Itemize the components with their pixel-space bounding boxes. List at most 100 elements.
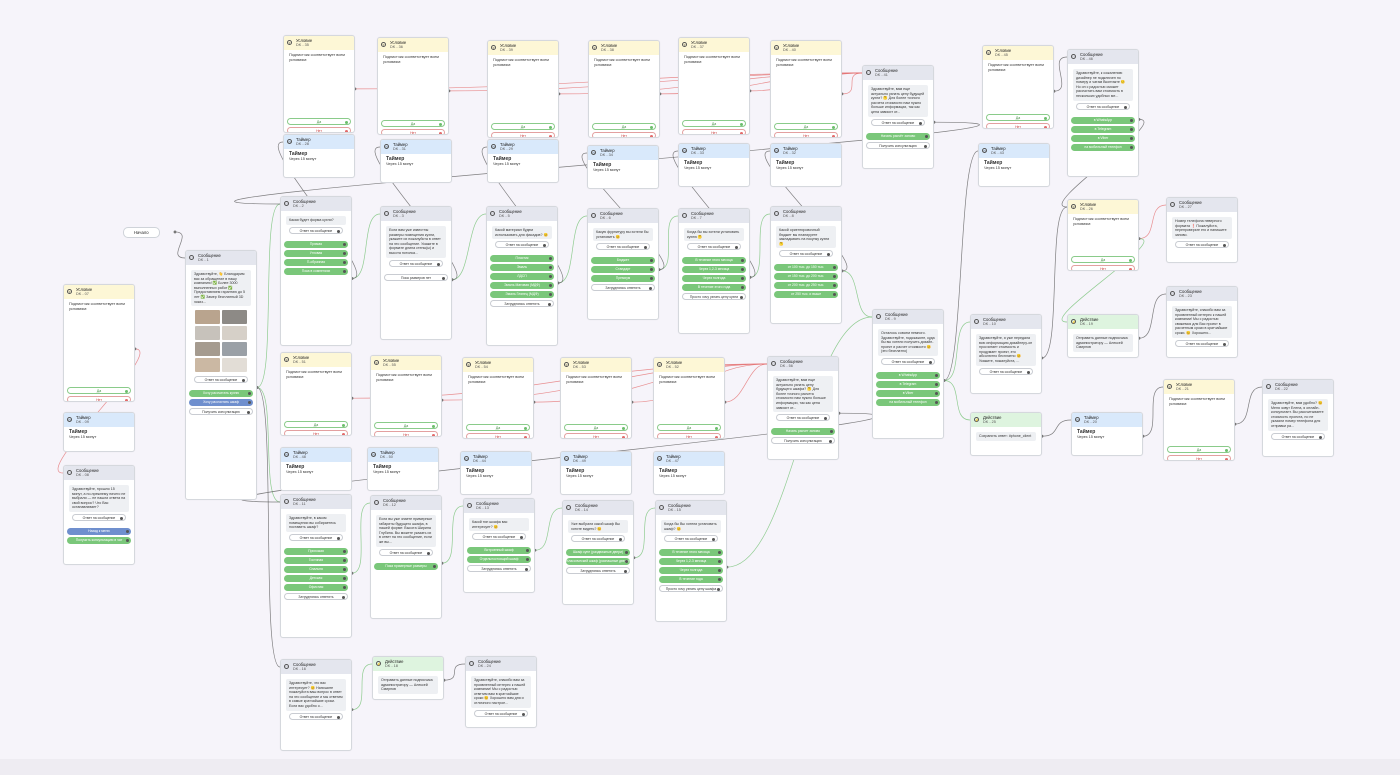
timer-09-node[interactable]: ◷ Таймер DK - 09 Таймер Через 15 минут — [63, 412, 135, 452]
msg-08-node[interactable]: ⬚ Сообщение DK - 08 Здравствуйте, прошло 15… — [63, 465, 135, 565]
option-button[interactable]: в WhatsApp — [1071, 116, 1135, 124]
yes-branch[interactable]: Да — [287, 117, 351, 125]
msg-01-node[interactable]: ⬚ Сообщение DK - 1 Здравствуйте, 👋 Благодар… — [185, 250, 257, 500]
option-button[interactable]: В течение этого месяца — [659, 549, 723, 557]
uslovie-07-node[interactable]: Y Условие DK - 07 Подпистчик соответствует … — [63, 284, 135, 402]
reply-button[interactable]: Ответ на сообщение — [687, 243, 741, 251]
option-button[interactable]: Хочу рассчитать кухню — [189, 390, 253, 398]
timer-28-node[interactable]: ◷ Таймер DK - 28 Таймер Через 15 минут — [283, 134, 355, 178]
option-button[interactable]: Получить консультацию в чат — [67, 536, 131, 544]
msg-23-node[interactable]: ⬚ Сообщение DK - 23 Здравствуйте, спасибо в… — [1166, 286, 1238, 358]
msg-13-node[interactable]: ⬚ Сообщение DK - 13 Какой тип шкафа вас инт… — [463, 498, 535, 593]
uslovie-35-node[interactable]: Y Условие DK - 35 Подпистчик соответствует … — [283, 35, 355, 133]
option-button[interactable]: Пластик — [490, 255, 554, 263]
reply-button[interactable]: Ответ на сообщение — [1175, 241, 1229, 249]
no-branch[interactable]: Нет — [284, 429, 348, 435]
no-branch[interactable]: Нет — [466, 432, 530, 438]
option-button[interactable]: Затрудняюсь ответить — [490, 300, 554, 308]
option-button[interactable]: Прямая — [284, 240, 348, 248]
reply-button[interactable]: Ответ на сообщение — [289, 712, 343, 720]
yes-branch[interactable]: Да — [774, 122, 838, 130]
option-button[interactable]: Отдельностоящий шкаф — [467, 556, 531, 564]
msg-15-node[interactable]: ⬚ Сообщение DK - 15 Когда бы Вы хотели уста… — [655, 500, 727, 622]
option-button[interactable]: Пока примерные размеры — [374, 562, 438, 570]
option-button[interactable]: Получить консультацию — [866, 141, 930, 149]
uslovie-54-node[interactable]: Y Условие DK - 54 Подпистчик соответствует … — [462, 357, 534, 439]
option-button[interactable]: Шкаф купе (раздвижные двери) — [566, 549, 630, 557]
timer-20-node[interactable]: ◷ Таймер DK - 20 Таймер Через 15 минут — [1071, 412, 1143, 456]
option-button[interactable]: от 150 тыс. до 200 тыс. — [774, 273, 838, 281]
option-button[interactable]: от 100 тыс. до 150 тыс. — [774, 264, 838, 272]
msg-09-node[interactable]: ⬚ Сообщение DK - 9 Осталось совсем немного.… — [872, 309, 944, 439]
option-button[interactable]: Эмаль Матовая (МДФ) — [490, 282, 554, 290]
option-button[interactable]: Угловая — [284, 249, 348, 257]
option-button[interactable]: Прихожая — [284, 547, 348, 555]
option-button[interactable]: Офисная — [284, 583, 348, 591]
msg-22-node[interactable]: ⬚ Сообщение DK - 22 Здравствуйте, вам удобн… — [1262, 379, 1334, 457]
option-button[interactable]: Затрудняюсь ответить — [284, 592, 348, 600]
uslovie-51-node[interactable]: Y Условие DK - 51 Подпистчик соответствует … — [280, 352, 352, 436]
no-branch[interactable]: Нет — [67, 395, 131, 401]
msg-11-node[interactable]: ⬚ Сообщение DK - 11 Здравствуйте, в каком п… — [280, 494, 352, 638]
reply-button[interactable]: Ответ на сообщение — [779, 250, 833, 258]
timer-44-node[interactable]: ◷ Таймер DK - 44 Таймер Через 15 минут — [460, 451, 532, 495]
yes-branch[interactable]: Да — [592, 122, 656, 130]
option-button[interactable]: Детская — [284, 574, 348, 582]
msg-02-node[interactable]: ⬚ Сообщение DK - 2 Какая будет форма кухни?… — [280, 196, 352, 346]
flow-canvas[interactable]: Начало Y Условие DK - 07 Подпистчик соответ… — [0, 0, 1400, 775]
option-button[interactable]: В течение этого месяца — [682, 257, 746, 265]
option-button[interactable]: Начать расчёт заново — [866, 132, 930, 140]
option-button[interactable]: Эмаль Глянец (МДФ) — [490, 291, 554, 299]
uslovie-38-node[interactable]: Y Условие DK - 38 Подпистчик соответствует … — [588, 40, 660, 138]
no-branch[interactable]: Нет — [657, 432, 721, 438]
action-19-node[interactable]: ⚡ Действие DK - 19 Отправить данные подписч… — [1067, 314, 1139, 358]
option-button[interactable]: Премиум — [591, 275, 655, 283]
reply-button[interactable]: Ответ на сообщение — [776, 414, 830, 422]
option-button[interactable]: Через 1,2-3 месяца — [659, 558, 723, 566]
timer-32-node[interactable]: ◷ Таймер DK - 32 Таймер Через 15 минут — [770, 143, 842, 187]
reply-button[interactable]: Ответ на сообщение — [389, 259, 443, 267]
uslovie-39-node[interactable]: Y Условие DK - 39 Подпистчик соответствует … — [487, 40, 559, 138]
no-branch[interactable]: Нет — [1167, 454, 1231, 460]
no-branch[interactable]: Нет — [592, 131, 656, 137]
uslovie-52-node[interactable]: Y Условие DK - 52 Подпистчик соответствует … — [653, 357, 725, 439]
yes-branch[interactable]: Да — [284, 420, 348, 428]
option-button[interactable]: Встроенный шкаф — [467, 547, 531, 555]
msg-08b-node[interactable]: ⬚ Сообщение DK - 8 Какой ориентировочный бю… — [770, 206, 842, 324]
yes-branch[interactable]: Да — [564, 423, 628, 431]
reply-button[interactable]: Ответ на сообщение — [881, 357, 935, 365]
reply-button[interactable]: Ответ на сообщение — [1175, 339, 1229, 347]
no-branch[interactable]: Нет — [374, 430, 438, 436]
uslovie-40-node[interactable]: Y Условие DK - 40 Подпистчик соответствует … — [770, 40, 842, 138]
option-button[interactable]: П-образная — [284, 258, 348, 266]
yes-branch[interactable]: Да — [986, 113, 1050, 121]
option-button[interactable]: Затрудняюсь ответить — [467, 565, 531, 573]
msg-27-node[interactable]: ⬚ Сообщение DK - 27 Номер телефона неверног… — [1166, 197, 1238, 263]
reply-button[interactable]: Ответ на сообщение — [1076, 102, 1130, 110]
option-button[interactable]: В течение года — [659, 576, 723, 584]
reply-button[interactable]: Ответ на сообщение — [571, 535, 625, 543]
action-25-node[interactable]: ⚡ Действие DK - 25 Сохранить ответ: #phone_… — [970, 412, 1042, 456]
option-button[interactable]: Через полгода — [682, 275, 746, 283]
msg-16-node[interactable]: ⬚ Сообщение DK - 16 Здравствуйте, что вас и… — [280, 659, 352, 751]
option-button[interactable]: Классический шкаф (распашные двери) — [566, 558, 630, 566]
reply-button[interactable]: Ответ на сообщение — [495, 241, 549, 249]
timer-29-node[interactable]: ◷ Таймер DK - 29 Таймер Через 15 минут — [487, 139, 559, 183]
yes-branch[interactable]: Да — [1167, 445, 1231, 453]
action-18-node[interactable]: ⚡ Действие DK - 18 Отправить данные подписч… — [372, 656, 444, 700]
option-button[interactable]: Затрудняюсь ответить — [591, 284, 655, 292]
reply-button[interactable]: Ответ на сообщение — [979, 367, 1033, 375]
no-branch[interactable]: Нет — [774, 131, 838, 137]
option-button[interactable]: Просто хочу узнать цену кухни — [682, 293, 746, 301]
timer-43-node[interactable]: ◷ Таймер DK - 43 Таймер Через 15 минут — [978, 143, 1050, 187]
timer-33-node[interactable]: ◷ Таймер DK - 33 Таймер Через 15 минут — [678, 143, 750, 187]
option-button[interactable]: от 250 тыс. и выше — [774, 291, 838, 299]
option-button[interactable]: в Viber — [876, 389, 940, 397]
option-button[interactable]: ЛДСП — [490, 273, 554, 281]
option-button[interactable]: в Viber — [1071, 134, 1135, 142]
yes-branch[interactable]: Да — [374, 421, 438, 429]
option-button[interactable]: в WhatsApp — [876, 371, 940, 379]
reply-button[interactable]: Ответ на сообщение — [474, 709, 528, 717]
option-button[interactable]: в Telegram — [876, 380, 940, 388]
msg-14-node[interactable]: ⬚ Сообщение DK - 14 Уже выбрали какой шкаф … — [562, 500, 634, 605]
